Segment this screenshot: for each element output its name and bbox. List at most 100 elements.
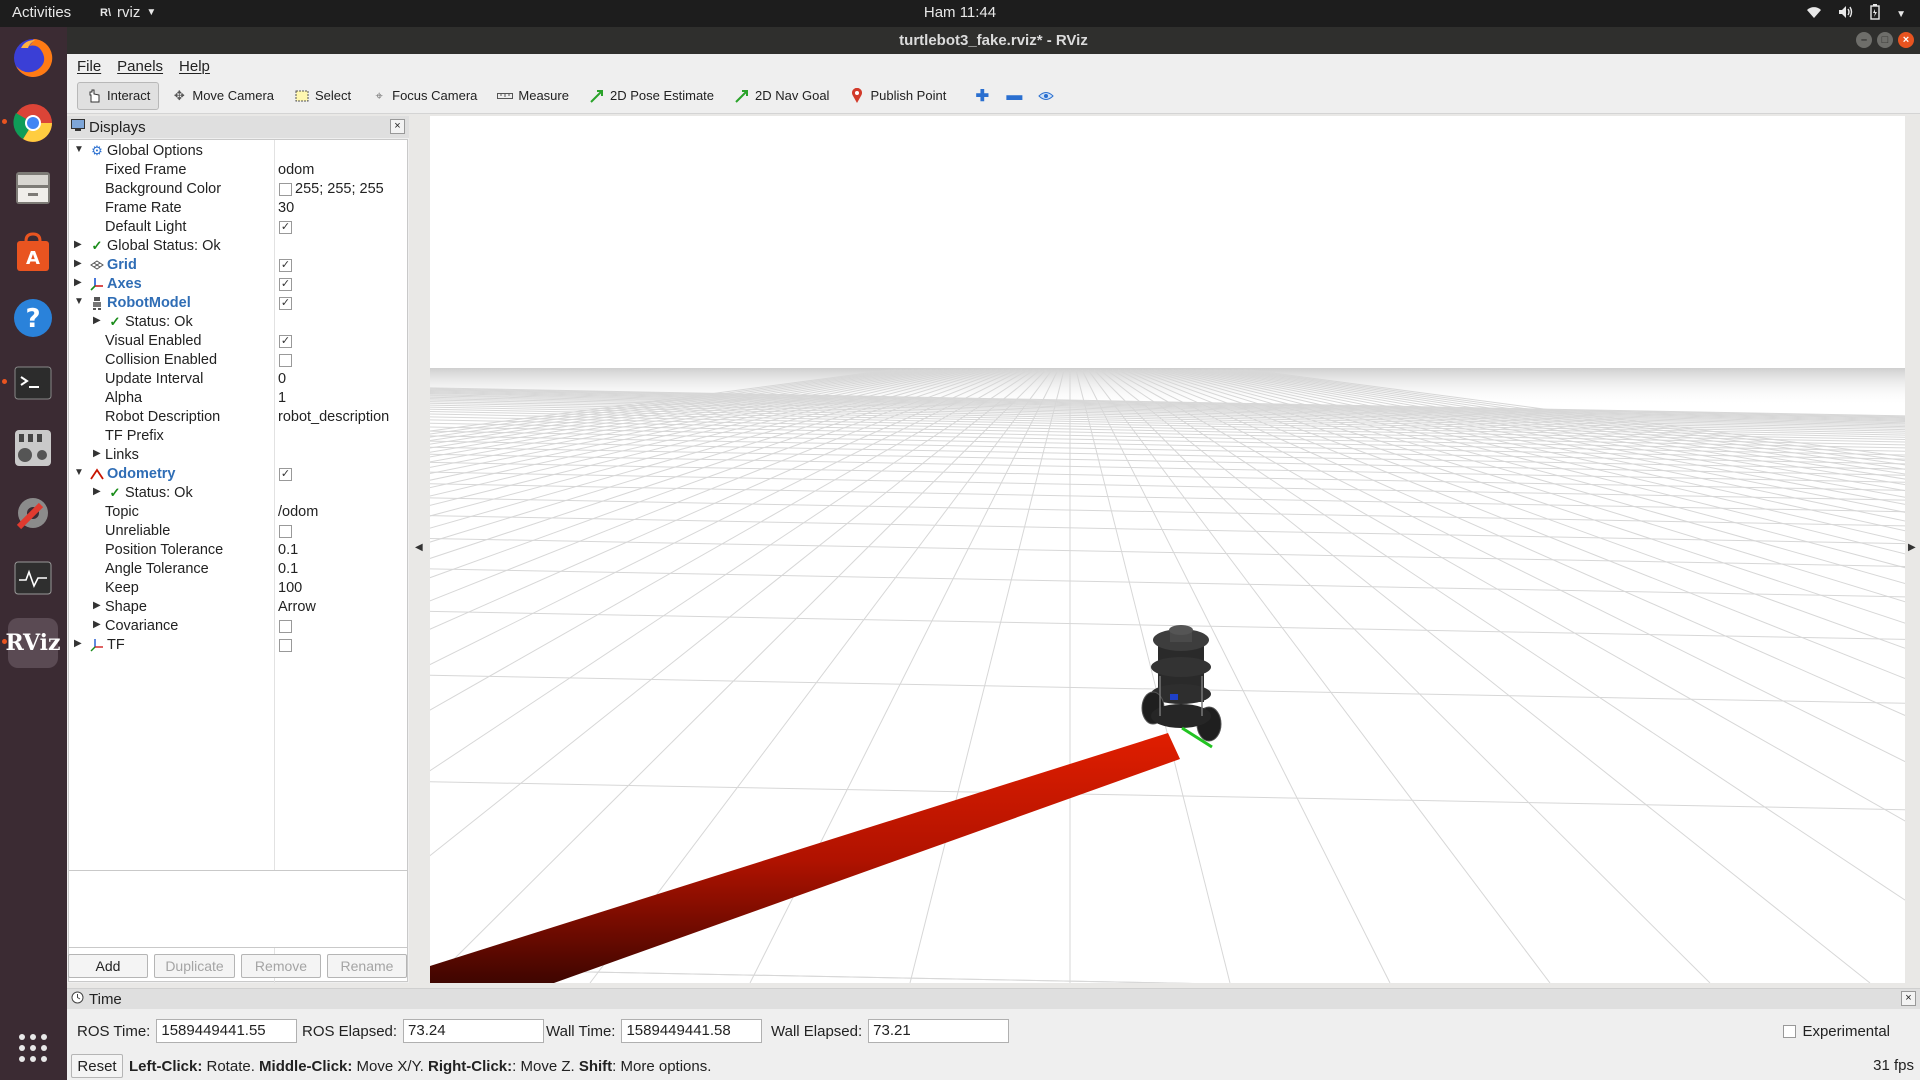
collapse-left-arrow-icon[interactable]: ◀ [415,542,423,553]
expanded-arrow-icon[interactable]: ▼ [74,296,84,307]
default-light-checkbox[interactable]: ✓ [279,221,292,234]
displays-tree[interactable]: ▼ ⚙ Global Options Fixed Frame odom Back… [68,139,408,983]
update-interval-value[interactable]: 0 [278,371,286,387]
tree-row-background-color[interactable]: Background Color 255; 255; 255 [69,180,407,199]
rviz-icon[interactable]: RViz [2,618,61,668]
fixed-frame-value[interactable]: odom [278,162,314,178]
add-tool-button[interactable]: ✚ [968,82,996,110]
unreliable-checkbox[interactable] [279,525,292,538]
activities-button[interactable]: Activities [12,4,71,21]
robot-model-checkbox[interactable]: ✓ [279,297,292,310]
tree-row-shape[interactable]: ▶ Shape Arrow [69,598,407,617]
collapsed-arrow-icon[interactable]: ▶ [74,239,82,250]
interact-tool-button[interactable]: Interact [77,81,160,110]
ros-elapsed-input[interactable]: 73.24 [403,1019,545,1043]
tree-row-odometry[interactable]: ▼ Odometry ✓ [69,465,407,484]
background-color-value[interactable]: 255; 255; 255 [295,181,384,197]
left-panel-splitter[interactable]: ◀ [410,116,430,983]
system-monitor-icon[interactable] [8,553,58,603]
tree-row-robot-description[interactable]: Robot Description robot_description [69,408,407,427]
odometry-checkbox[interactable]: ✓ [279,468,292,481]
tree-row-topic[interactable]: Topic /odom [69,503,407,522]
close-window-button[interactable]: × [1898,32,1914,48]
tree-row-unreliable[interactable]: Unreliable [69,522,407,541]
tree-row-collision-enabled[interactable]: Collision Enabled [69,351,407,370]
axes-checkbox[interactable]: ✓ [279,278,292,291]
nav-goal-tool-button[interactable]: 2D Nav Goal [726,82,837,110]
tree-row-tf[interactable]: ▶ TF [69,636,407,655]
topic-value[interactable]: /odom [278,504,318,520]
chrome-icon[interactable] [2,98,58,148]
tf-checkbox[interactable] [279,639,292,652]
keep-value[interactable]: 100 [278,580,302,596]
tool-properties-button[interactable] [1032,82,1060,110]
tree-row-global-options[interactable]: ▼ ⚙ Global Options [69,142,407,161]
reset-button[interactable]: Reset [71,1054,123,1078]
files-icon[interactable] [8,163,58,213]
help-icon[interactable]: ? [8,293,58,343]
color-swatch[interactable] [279,183,292,196]
collapsed-arrow-icon[interactable]: ▶ [74,258,82,269]
maximize-button[interactable]: □ [1877,32,1893,48]
tree-row-global-status[interactable]: ▶ ✓ Global Status: Ok [69,237,407,256]
settings-icon[interactable] [8,488,58,538]
position-tolerance-value[interactable]: 0.1 [278,542,298,558]
experimental-option[interactable]: Experimental [1783,1023,1890,1040]
tree-row-keep[interactable]: Keep 100 [69,579,407,598]
robot-description-value[interactable]: robot_description [278,409,389,425]
tree-row-default-light[interactable]: Default Light ✓ [69,218,407,237]
tree-row-fixed-frame[interactable]: Fixed Frame odom [69,161,407,180]
wall-time-input[interactable]: 1589449441.58 [621,1019,763,1043]
show-applications-icon[interactable] [8,1023,58,1073]
tree-row-axes[interactable]: ▶ Axes ✓ [69,275,407,294]
experimental-checkbox[interactable] [1783,1025,1797,1038]
menu-file[interactable]: File [77,58,101,75]
close-time-panel-button[interactable]: × [1901,991,1916,1006]
collapsed-arrow-icon[interactable]: ▶ [93,486,101,497]
collapsed-arrow-icon[interactable]: ▶ [93,448,101,459]
tree-row-update-interval[interactable]: Update Interval 0 [69,370,407,389]
tree-row-position-tolerance[interactable]: Position Tolerance 0.1 [69,541,407,560]
collapsed-arrow-icon[interactable]: ▶ [93,619,101,630]
right-panel-splitter[interactable]: ▶ [1905,116,1920,983]
tree-row-frame-rate[interactable]: Frame Rate 30 [69,199,407,218]
tree-row-tf-prefix[interactable]: TF Prefix [69,427,407,446]
collapsed-arrow-icon[interactable]: ▶ [93,600,101,611]
ros-time-input[interactable]: 1589449441.55 [156,1019,298,1043]
remove-display-button[interactable]: Remove [241,954,321,978]
remove-tool-button[interactable]: ▬ [1000,82,1028,110]
tree-row-alpha[interactable]: Alpha 1 [69,389,407,408]
tree-row-angle-tolerance[interactable]: Angle Tolerance 0.1 [69,560,407,579]
frame-rate-value[interactable]: 30 [278,200,294,216]
3d-viewport[interactable] [430,116,1905,983]
clock[interactable]: Ham 11:44 [924,4,996,21]
measure-tool-button[interactable]: Measure [489,82,577,110]
tree-row-robot-status[interactable]: ▶ ✓ Status: Ok [69,313,407,332]
system-tray[interactable]: ▼ [1806,4,1906,24]
tree-row-links[interactable]: ▶ Links [69,446,407,465]
tree-row-covariance[interactable]: ▶ Covariance [69,617,407,636]
visual-enabled-checkbox[interactable]: ✓ [279,335,292,348]
minimize-button[interactable]: – [1856,32,1872,48]
software-center-icon[interactable]: A [8,228,58,278]
app-menu[interactable]: R\ rviz ▼ [100,4,156,21]
expand-right-arrow-icon[interactable]: ▶ [1908,542,1916,553]
collapsed-arrow-icon[interactable]: ▶ [74,277,82,288]
angle-tolerance-value[interactable]: 0.1 [278,561,298,577]
tree-row-robot-model[interactable]: ▼ RobotModel ✓ [69,294,407,313]
menu-help[interactable]: Help [179,58,210,75]
rename-display-button[interactable]: Rename [327,954,407,978]
move-camera-tool-button[interactable]: ✥ Move Camera [163,82,282,110]
collision-enabled-checkbox[interactable] [279,354,292,367]
wall-elapsed-input[interactable]: 73.21 [868,1019,1010,1043]
tree-row-visual-enabled[interactable]: Visual Enabled ✓ [69,332,407,351]
alpha-value[interactable]: 1 [278,390,286,406]
collapsed-arrow-icon[interactable]: ▶ [93,315,101,326]
close-panel-button[interactable]: × [390,119,405,134]
grid-checkbox[interactable]: ✓ [279,259,292,272]
expanded-arrow-icon[interactable]: ▼ [74,144,84,155]
publish-point-tool-button[interactable]: Publish Point [841,82,954,110]
pose-estimate-tool-button[interactable]: 2D Pose Estimate [581,82,722,110]
firefox-icon[interactable] [8,33,58,83]
shape-value[interactable]: Arrow [278,599,316,615]
